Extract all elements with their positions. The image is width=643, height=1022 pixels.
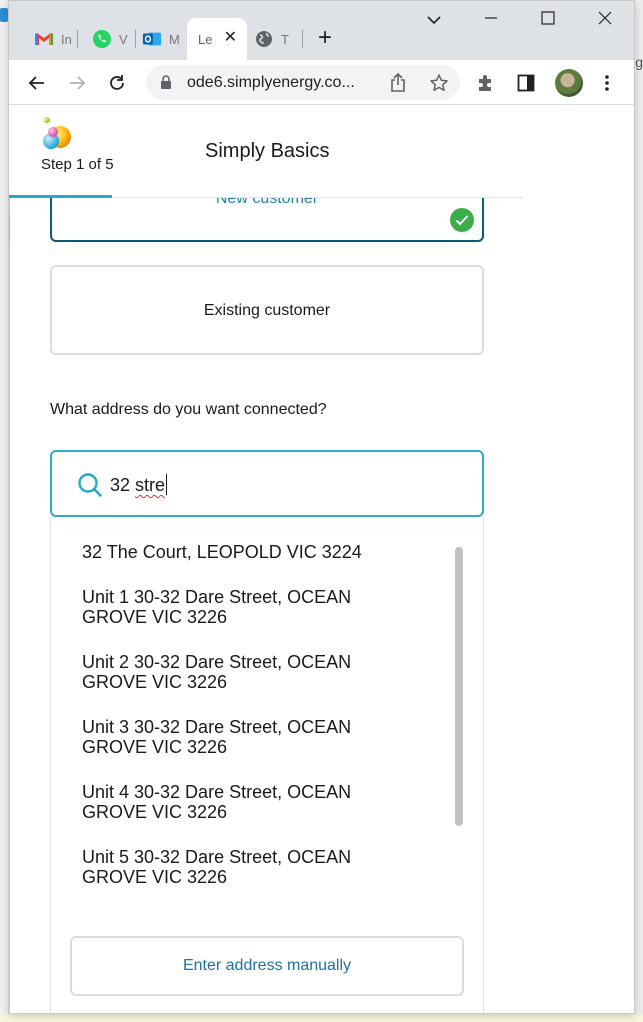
suggestions-scrollbar[interactable] — [455, 547, 463, 826]
signup-page: Step 1 of 5 Simply Basics New customer E… — [9, 106, 523, 1013]
minimize-button[interactable] — [476, 9, 506, 33]
suggestion-line-1: Unit 3 30-32 Dare Street, OCEAN — [82, 717, 352, 737]
suggestion-line-2: GROVE VIC 3226 — [82, 672, 228, 692]
side-panel-icon[interactable] — [515, 72, 537, 94]
share-icon[interactable] — [388, 72, 408, 98]
globe-icon — [254, 29, 274, 49]
address-suggestions-list: 32 The Court, LEOPOLD VIC 3224 Unit 1 30… — [50, 517, 484, 1013]
forward-arrow-icon[interactable] — [63, 69, 91, 97]
browser-toolbar: ode6.simplyenergy.co... — [9, 60, 634, 105]
lock-icon[interactable] — [160, 75, 172, 95]
address-suggestion[interactable]: Unit 4 30-32 Dare Street, OCEAN GROVE VI… — [82, 782, 412, 822]
page-viewport: Step 1 of 5 Simply Basics New customer E… — [9, 106, 634, 1013]
suggestion-line-1: Unit 5 30-32 Dare Street, OCEAN — [82, 847, 352, 867]
close-tab-icon[interactable]: ✕ — [224, 30, 237, 46]
step-indicator: Step 1 of 5 — [41, 156, 114, 173]
tab-divider — [77, 30, 78, 48]
maximize-button[interactable] — [533, 9, 563, 33]
tab-divider — [302, 30, 303, 48]
tab-title: In — [61, 31, 72, 47]
browser-window: In V M Le ✕ T + ode6.simplyenergy.co... … — [8, 0, 635, 1014]
step-progress-bar — [9, 195, 112, 198]
simply-energy-logo-icon — [39, 116, 73, 152]
background-window-glyph: g — [635, 54, 643, 70]
tab-title: Le — [198, 31, 213, 47]
page-title: Simply Basics — [205, 140, 330, 162]
profile-avatar[interactable] — [555, 69, 583, 97]
address-suggestion[interactable]: Unit 1 30-32 Dare Street, OCEAN GROVE VI… — [82, 587, 412, 627]
desktop-bottom-edge — [0, 1014, 643, 1022]
back-arrow-icon[interactable] — [23, 69, 51, 97]
address-bar[interactable]: ode6.simplyenergy.co... — [146, 65, 460, 100]
close-window-button[interactable] — [590, 9, 620, 33]
misspelled-word: stre — [135, 475, 166, 495]
address-suggestion[interactable]: 32 The Court, LEOPOLD VIC 3224 — [82, 542, 412, 562]
suggestion-line-2: GROVE VIC 3226 — [82, 802, 228, 822]
tab-search-chevron-icon[interactable] — [419, 9, 449, 33]
url-text: ode6.simplyenergy.co... — [187, 74, 355, 91]
address-suggestion[interactable]: Unit 2 30-32 Dare Street, OCEAN GROVE VI… — [82, 652, 412, 692]
more-menu-icon[interactable] — [596, 72, 618, 94]
suggestion-line-1: Unit 4 30-32 Dare Street, OCEAN — [82, 782, 352, 802]
suggestion-line-1: Unit 2 30-32 Dare Street, OCEAN — [82, 652, 352, 672]
enter-address-manually-button[interactable]: Enter address manually — [70, 936, 464, 996]
input-text: 32 — [110, 475, 136, 495]
tab-gmail[interactable]: In — [21, 18, 77, 60]
address-suggestion[interactable]: Unit 3 30-32 Dare Street, OCEAN GROVE VI… — [82, 717, 412, 757]
page-header: Step 1 of 5 Simply Basics — [9, 106, 523, 198]
existing-customer-option[interactable]: Existing customer — [50, 265, 484, 355]
gmail-icon — [34, 29, 54, 49]
reload-icon[interactable] — [103, 69, 131, 97]
tab-title: T — [281, 31, 289, 47]
address-suggestion[interactable]: Unit 5 30-32 Dare Street, OCEAN GROVE VI… — [82, 847, 412, 887]
extensions-puzzle-icon[interactable] — [475, 72, 497, 94]
address-input-value: 32 stre — [110, 474, 168, 496]
tab-active[interactable]: Le ✕ — [187, 18, 247, 60]
text-caret — [166, 474, 168, 495]
existing-customer-label: Existing customer — [203, 302, 331, 319]
tab-outlook[interactable]: M — [129, 18, 185, 60]
search-icon — [77, 472, 103, 503]
desktop-left-edge — [0, 0, 8, 1022]
suggestion-line-2: GROVE VIC 3226 — [82, 737, 228, 757]
tab-strip: In V M Le ✕ T + — [9, 1, 634, 60]
tab-title: M — [169, 31, 180, 47]
tab-title: V — [119, 31, 128, 47]
whatsapp-icon — [92, 29, 112, 49]
tab-whatsapp[interactable]: V — [79, 18, 135, 60]
address-question: What address do you want connected? — [50, 401, 327, 418]
suggestion-line-2: GROVE VIC 3226 — [82, 607, 228, 627]
address-search-input[interactable]: 32 stre — [50, 450, 484, 517]
new-tab-button[interactable]: + — [313, 26, 337, 51]
tab-other[interactable]: T — [241, 18, 301, 60]
bookmark-star-icon[interactable] — [429, 73, 449, 98]
desktop-app-icon — [0, 8, 8, 22]
outlook-icon — [142, 29, 162, 49]
suggestion-line-1: Unit 1 30-32 Dare Street, OCEAN — [82, 587, 352, 607]
suggestion-line-1: 32 The Court, LEOPOLD VIC 3224 — [82, 542, 362, 562]
checkmark-icon — [450, 208, 474, 232]
suggestion-line-2: GROVE VIC 3226 — [82, 867, 228, 887]
